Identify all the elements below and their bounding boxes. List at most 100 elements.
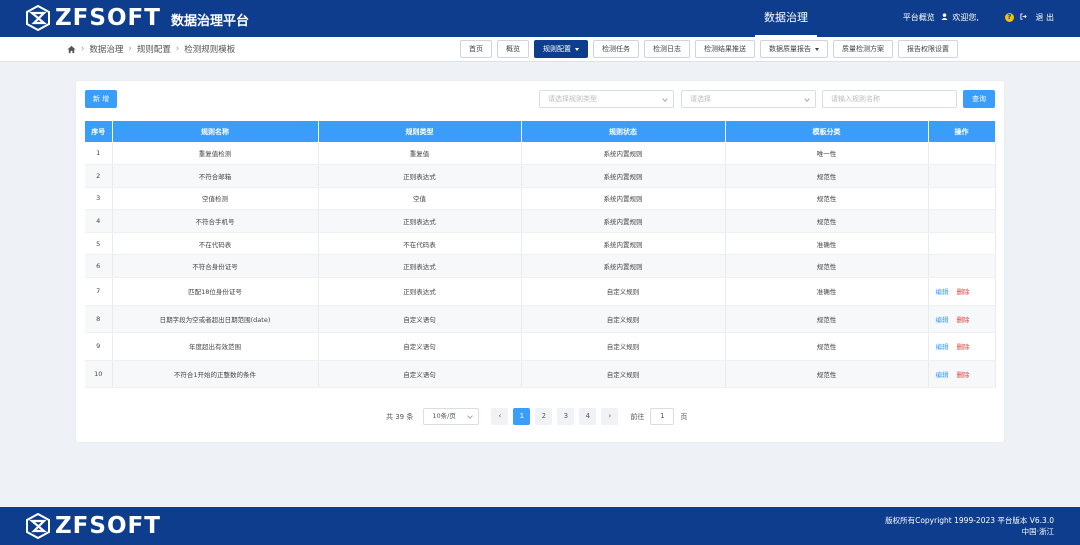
table-header-row: 序号 规则名称 规则类型 规则状态 模板分类 操作: [85, 121, 996, 142]
cell-type: 自定义语句: [318, 332, 522, 361]
chevron-down-icon: [662, 96, 668, 102]
main-nav-data-governance[interactable]: 数据治理: [755, 0, 817, 37]
cell-category: 规范性: [725, 254, 929, 279]
table-row: 8 日期字段为空或者超出日期范围(date) 自定义语句 自定义规则 规范性 编辑 删除: [85, 305, 996, 334]
add-button[interactable]: 新 增: [85, 90, 117, 108]
cell-name: 不符合身份证号: [112, 254, 319, 279]
table-row: 4 不符合手机号 正则表达式 系统内置规则 规范性: [85, 209, 996, 233]
edit-link[interactable]: 编辑: [936, 288, 949, 296]
cell-type: 正则表达式: [318, 254, 522, 279]
module-tabs: 首页 概览 规则配置 检测任务 检测日志 检测结果推送 数据质量报告 质量检测方…: [460, 40, 963, 58]
cell-type: 重复值: [318, 142, 522, 166]
copyright-text: 版权所有Copyright 1999-2023 平台版本 V6.3.0: [885, 516, 1054, 525]
category-select[interactable]: 请选择: [681, 90, 816, 108]
chevron-down-icon: [815, 47, 819, 51]
top-header: ZFSOFT 数据治理平台 数据治理 平台概览 欢迎您, ? 退 出: [0, 0, 1080, 37]
page-button[interactable]: 1: [513, 408, 531, 425]
table-body: 1 重复值检测 重复值 系统内置规则 唯一性 2 不符合邮箱 正则表达式 系统内置规则 规范性 3 空…: [85, 142, 996, 389]
cell-name: 不符合邮箱: [112, 164, 319, 188]
page-suffix: 页: [680, 412, 688, 421]
footer-logo: ZFSOFT: [26, 513, 161, 539]
cell-no: 2: [85, 164, 113, 188]
cell-actions: [928, 164, 996, 188]
table-row: 5 不在代码表 不在代码表 系统内置规则 准确性: [85, 232, 996, 256]
page-button[interactable]: 4: [579, 408, 597, 425]
breadcrumb-item[interactable]: 规则配置: [137, 43, 171, 55]
logout-label: 退 出: [1035, 13, 1054, 22]
cell-type: 自定义语句: [318, 360, 522, 389]
cell-category: 规范性: [725, 187, 929, 211]
page-size-value: 10条/页: [432, 412, 456, 420]
cell-name: 重复值检测: [112, 142, 319, 166]
goto-page-input[interactable]: 1: [650, 408, 675, 425]
cell-name: 空值检测: [112, 187, 319, 211]
tab-home[interactable]: 首页: [460, 40, 492, 58]
tab-rule-config[interactable]: 规则配置: [534, 40, 588, 58]
table-row: 2 不符合邮箱 正则表达式 系统内置规则 规范性: [85, 164, 996, 188]
breadcrumb-item[interactable]: 数据治理: [89, 43, 123, 55]
cell-name: 年度超出有效范围: [112, 332, 319, 361]
cell-actions: [928, 232, 996, 256]
tab-report-permission[interactable]: 报告权限设置: [898, 40, 958, 58]
zfsoft-logo-icon: [26, 5, 50, 31]
tab-quality-plan[interactable]: 质量检测方案: [833, 40, 893, 58]
total-count: 共 39 条: [386, 412, 414, 421]
cell-no: 4: [85, 209, 113, 233]
rule-name-input[interactable]: 请输入规则名称: [822, 90, 957, 108]
edit-link[interactable]: 编辑: [936, 343, 949, 351]
page-button[interactable]: 3: [557, 408, 575, 425]
tab-label: 数据质量报告: [769, 45, 811, 53]
cell-type: 自定义语句: [318, 305, 522, 334]
cell-no: 8: [85, 305, 113, 334]
col-header-state: 规则状态: [521, 121, 726, 142]
cell-state: 自定义规则: [521, 277, 726, 306]
help-icon[interactable]: ?: [1004, 13, 1014, 22]
platform-overview-link[interactable]: 平台概览: [903, 12, 935, 23]
goto-label: 前往: [630, 412, 645, 421]
cell-no: 9: [85, 332, 113, 361]
page-button[interactable]: 2: [535, 408, 553, 425]
user-welcome[interactable]: 欢迎您,: [941, 12, 979, 23]
brand-logo[interactable]: ZFSOFT: [26, 5, 161, 31]
edit-link[interactable]: 编辑: [936, 316, 949, 324]
cell-actions: 编辑 删除: [928, 332, 996, 361]
cell-actions: [928, 209, 996, 233]
prev-page-button[interactable]: ‹: [491, 408, 509, 425]
table-row: 7 匹配18位身份证号 正则表达式 自定义规则 准确性 编辑 删除: [85, 277, 996, 306]
breadcrumb-separator: ›: [175, 44, 180, 54]
welcome-text: 欢迎您,: [952, 13, 979, 22]
rule-type-select[interactable]: 请选择规则类型: [539, 90, 674, 108]
table-row: 10 不符合1开始的正整数的条件 自定义语句 自定义规则 规范性 编辑 删除: [85, 360, 996, 389]
cell-no: 3: [85, 187, 113, 211]
tab-result-push[interactable]: 检测结果推送: [695, 40, 755, 58]
brand-name: ZFSOFT: [55, 5, 161, 31]
cell-no: 1: [85, 142, 113, 166]
sub-navigation-bar: › 数据治理 › 规则配置 › 检测规则模板 首页 概览 规则配置 检测任务 检…: [0, 37, 1080, 62]
delete-link[interactable]: 删除: [957, 343, 970, 351]
cell-category: 规范性: [725, 360, 929, 389]
table-row: 1 重复值检测 重复值 系统内置规则 唯一性: [85, 142, 996, 166]
next-page-button[interactable]: ›: [601, 408, 619, 425]
cell-type: 空值: [318, 187, 522, 211]
cell-category: 规范性: [725, 209, 929, 233]
page-size-select[interactable]: 10条/页: [423, 408, 480, 425]
edit-link[interactable]: 编辑: [936, 371, 949, 379]
cell-no: 6: [85, 254, 113, 279]
tab-quality-report[interactable]: 数据质量报告: [760, 40, 828, 58]
delete-link[interactable]: 删除: [957, 316, 970, 324]
header-actions: 平台概览 欢迎您, ? 退 出: [897, 12, 1054, 23]
delete-link[interactable]: 删除: [957, 288, 970, 296]
query-button[interactable]: 查询: [963, 90, 995, 108]
tab-detect-log[interactable]: 检测日志: [644, 40, 690, 58]
tab-overview[interactable]: 概览: [497, 40, 529, 58]
logout-button[interactable]: 退 出: [1020, 12, 1054, 23]
tab-detect-task[interactable]: 检测任务: [593, 40, 639, 58]
cell-actions: 编辑 删除: [928, 305, 996, 334]
cell-type: 正则表达式: [318, 164, 522, 188]
cell-actions: 编辑 删除: [928, 360, 996, 389]
cell-type: 正则表达式: [318, 209, 522, 233]
pagination: 共 39 条 10条/页 ‹ 1 2 3 4 › 前往 1 页: [386, 408, 687, 425]
cell-no: 5: [85, 232, 113, 256]
home-icon[interactable]: [67, 45, 76, 54]
delete-link[interactable]: 删除: [957, 371, 970, 379]
